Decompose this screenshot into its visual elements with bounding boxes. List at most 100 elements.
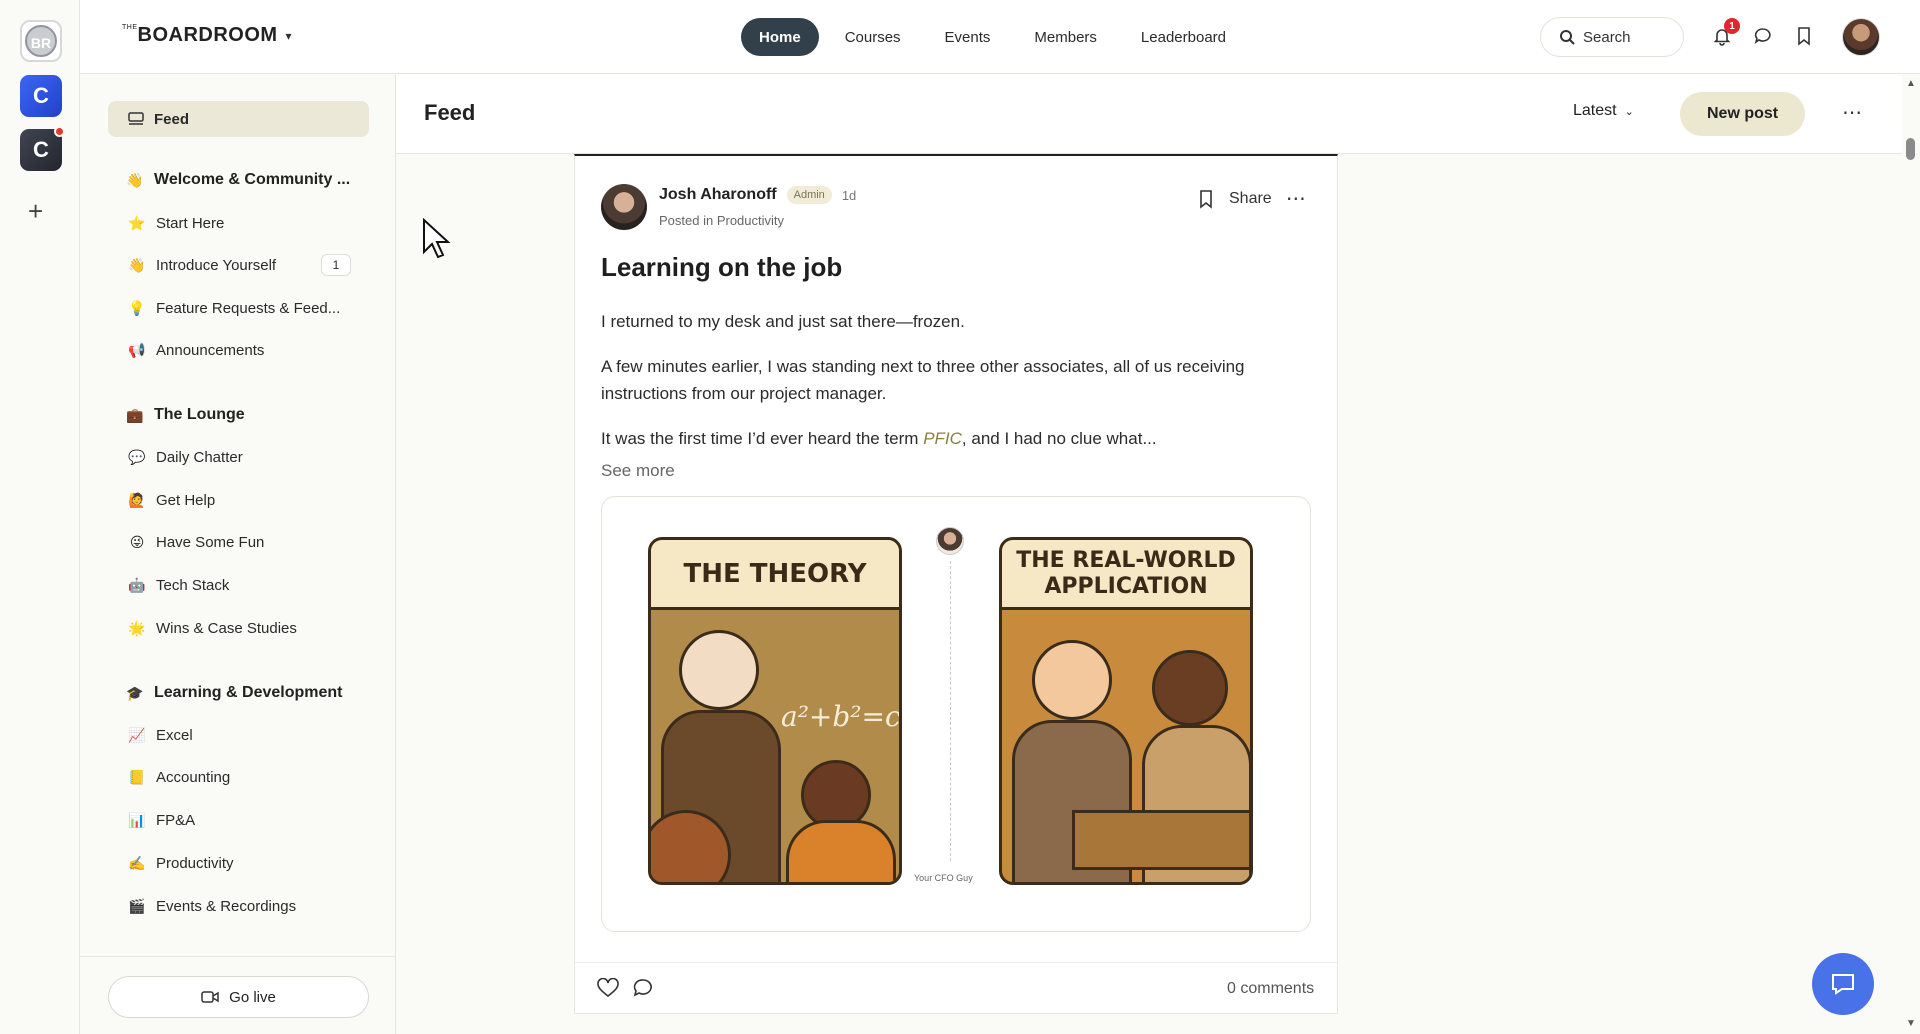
sidebar: Feed 👋 Welcome & Community ... ⭐ Start Her… (80, 74, 396, 1034)
section-title: Learning & Development (154, 684, 343, 701)
posted-in: Posted in Productivity (659, 213, 785, 228)
scroll-down-icon[interactable]: ▼ (1906, 1018, 1916, 1029)
nav-home[interactable]: Home (741, 18, 819, 56)
sidebar-section-welcome[interactable]: 👋 Welcome & Community ... (108, 162, 369, 198)
community-app-icon-2[interactable]: C (20, 126, 65, 171)
image-credit: Your CFO Guy (914, 873, 973, 883)
boardroom-app-icon[interactable]: BR (20, 20, 62, 62)
author-mini-avatar (936, 527, 964, 555)
messages-button[interactable] (1751, 24, 1775, 48)
sidebar-section-lounge[interactable]: 💼 The Lounge (108, 397, 369, 433)
worker-head (1032, 640, 1112, 720)
unread-count: 1 (321, 254, 351, 276)
sidebar-item-label: Have Some Fun (156, 533, 265, 551)
bookmark-icon[interactable] (1197, 189, 1215, 209)
notification-badge: 1 (1724, 18, 1740, 34)
sidebar-item-label: Announcements (156, 341, 265, 359)
workbench (1072, 810, 1250, 870)
mouse-cursor-icon (423, 218, 451, 259)
new-post-button[interactable]: New post (1680, 92, 1806, 136)
nav-events[interactable]: Events (927, 18, 1009, 56)
add-community-icon[interactable]: + (28, 196, 43, 227)
chevron-down-icon: ▾ (285, 28, 292, 43)
sidebar-item-label: Wins & Case Studies (156, 619, 297, 637)
sort-dropdown[interactable]: Latest ⌄ (1573, 102, 1634, 120)
sidebar-item-have-some-fun[interactable]: 😜 Have Some Fun (108, 524, 369, 560)
sidebar-item-label: Introduce Yourself (156, 256, 277, 274)
sidebar-item-announcements[interactable]: 📢 Announcements (108, 332, 369, 368)
heart-icon (597, 977, 619, 998)
share-button[interactable]: Share (1229, 190, 1272, 208)
wave-icon: 👋 (128, 256, 146, 273)
sidebar-item-tech-stack[interactable]: 🤖 Tech Stack (108, 567, 369, 603)
comments-count[interactable]: 0 comments (1227, 980, 1314, 998)
graduation-cap-icon: 🎓 (126, 684, 144, 701)
sidebar-item-label: Feed (154, 110, 190, 128)
ledger-icon: 📒 (128, 768, 146, 785)
top-bar: THEBOARDROOM ▾ Home Courses Events Membe… (80, 0, 1920, 74)
post-title[interactable]: Learning on the job (601, 252, 842, 283)
scroll-up-icon[interactable]: ▲ (1906, 78, 1916, 89)
post-paragraph: It was the first time I’d ever heard the… (601, 429, 1157, 448)
comment-icon (633, 979, 652, 997)
colleague-head (1152, 650, 1228, 726)
go-live-label: Go live (229, 988, 276, 1006)
see-more-link[interactable]: See more (601, 461, 675, 481)
notification-dot (54, 126, 65, 137)
community-switcher[interactable]: THEBOARDROOM ▾ (122, 24, 292, 47)
application-illustration (1002, 610, 1250, 882)
highlighted-term: PFIC (923, 429, 962, 448)
user-avatar[interactable] (1842, 18, 1880, 56)
sidebar-item-fpa[interactable]: 📊 FP&A (108, 802, 369, 838)
sidebar-item-start-here[interactable]: ⭐ Start Here (108, 205, 369, 241)
sidebar-item-label: Productivity (156, 854, 234, 872)
divider (80, 956, 396, 957)
sparkle-icon: 🌟 (128, 619, 146, 636)
post-paragraph: A few minutes earlier, I was standing ne… (601, 357, 1245, 403)
like-button[interactable] (597, 977, 619, 1004)
nav-courses[interactable]: Courses (827, 18, 919, 56)
notifications-button[interactable]: 1 (1710, 18, 1740, 48)
comment-button[interactable] (633, 978, 653, 1003)
post-body: I returned to my desk and just sat there… (601, 308, 1301, 470)
sidebar-item-label: Daily Chatter (156, 448, 243, 466)
briefcase-icon: 💼 (126, 406, 144, 423)
bookmarks-button[interactable] (1792, 24, 1816, 48)
nav-leaderboard[interactable]: Leaderboard (1123, 18, 1244, 56)
sidebar-item-feature-requests[interactable]: 💡 Feature Requests & Feed... (108, 290, 369, 326)
post-time: 1d (841, 187, 857, 203)
sidebar-item-get-help[interactable]: 🙋 Get Help (108, 482, 369, 518)
post-image[interactable]: THE THEORY a²+b²=c Your CFO Guy THE REAL… (601, 496, 1311, 932)
chat-icon (1832, 974, 1854, 995)
sidebar-item-wins-case-studies[interactable]: 🌟 Wins & Case Studies (108, 610, 369, 646)
space-link[interactable]: Productivity (717, 213, 784, 228)
scrollbar[interactable]: ▲ ▼ (1902, 74, 1920, 1034)
video-camera-icon (201, 991, 219, 1003)
sidebar-item-label: Feature Requests & Feed... (156, 299, 341, 317)
sidebar-item-introduce-yourself[interactable]: 👋 Introduce Yourself 1 (108, 247, 369, 283)
section-title: The Lounge (154, 406, 245, 423)
panel-caption: THE REAL-WORLD APPLICATION (1002, 540, 1250, 610)
support-chat-button[interactable] (1812, 953, 1874, 1015)
community-app-icon[interactable]: C (20, 75, 62, 117)
sidebar-item-daily-chatter[interactable]: 💬 Daily Chatter (108, 439, 369, 475)
post-actions: Share ⋯ (1197, 186, 1306, 211)
main-nav: Home Courses Events Members Leaderboard (741, 18, 1244, 56)
more-options-icon[interactable]: ⋯ (1842, 100, 1862, 125)
sidebar-section-learning[interactable]: 🎓 Learning & Development (108, 675, 369, 711)
sidebar-item-productivity[interactable]: ✍️ Productivity (108, 845, 369, 881)
section-title: Welcome & Community ... (154, 171, 351, 188)
sidebar-item-feed[interactable]: Feed (108, 101, 369, 137)
sidebar-item-events-recordings[interactable]: 🎬 Events & Recordings (108, 888, 369, 924)
sidebar-item-accounting[interactable]: 📒 Accounting (108, 759, 369, 795)
writing-hand-icon: ✍️ (128, 854, 146, 871)
scroll-thumb[interactable] (1906, 138, 1915, 160)
chat-bubble-icon (1754, 28, 1771, 44)
author-name[interactable]: Josh Aharonoff (659, 186, 777, 204)
go-live-button[interactable]: Go live (108, 976, 369, 1018)
search-button[interactable]: Search (1540, 17, 1684, 57)
author-avatar[interactable] (601, 184, 647, 230)
sidebar-item-excel[interactable]: 📈 Excel (108, 717, 369, 753)
nav-members[interactable]: Members (1016, 18, 1115, 56)
post-more-icon[interactable]: ⋯ (1286, 186, 1306, 211)
